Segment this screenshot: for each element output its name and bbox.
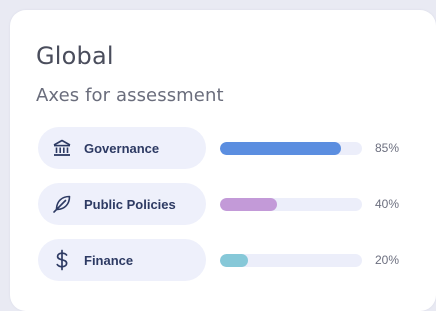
- card-subtitle: Axes for assessment: [36, 85, 224, 106]
- axis-row-finance: Finance 20%: [38, 239, 418, 281]
- axis-label: Public Policies: [84, 196, 176, 212]
- bank-icon: [50, 136, 74, 160]
- progress-track-governance: [220, 142, 362, 155]
- card-title: Global: [36, 42, 114, 70]
- feather-icon: [50, 192, 74, 216]
- axis-row-public-policies: Public Policies 40%: [38, 183, 418, 225]
- assessment-card: Global Axes for assessment Governance 85…: [10, 10, 436, 311]
- progress-fill-governance: [220, 142, 341, 155]
- axis-label: Governance: [84, 140, 160, 156]
- axis-label: Finance: [84, 252, 134, 268]
- progress-track-finance: [220, 254, 362, 267]
- percent-text-public-policies: 40%: [375, 197, 400, 211]
- progress-fill-finance: [220, 254, 249, 267]
- progress-track-public-policies: [220, 198, 362, 211]
- axis-pill-finance[interactable]: Finance: [38, 239, 206, 281]
- axis-row-governance: Governance 85%: [38, 127, 418, 169]
- progress-fill-public-policies: [220, 198, 277, 211]
- dollar-icon: [50, 248, 74, 272]
- percent-text-finance: 20%: [375, 253, 400, 267]
- percent-text-governance: 85%: [375, 141, 400, 155]
- axis-pill-public-policies[interactable]: Public Policies: [38, 183, 206, 225]
- axis-pill-governance[interactable]: Governance: [38, 127, 206, 169]
